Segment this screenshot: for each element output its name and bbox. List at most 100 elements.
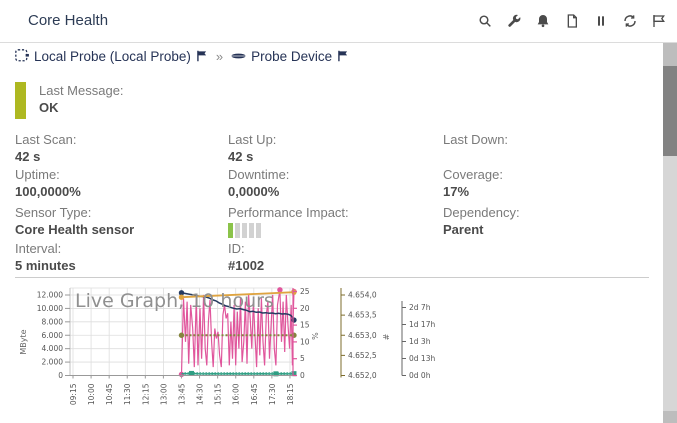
last-message-label: Last Message: [39, 82, 124, 99]
priority-flag-icon [195, 49, 209, 63]
live-graph[interactable]: 09:15 10:00 10:45 11:30 12:15 13:00 13:45 14:30… [0, 280, 660, 423]
priority-flag-icon [336, 49, 350, 63]
svg-text:0: 0 [58, 371, 63, 380]
stat-label: Performance Impact: [228, 204, 428, 221]
stat-downtime: Downtime: 0,0000% [228, 166, 428, 200]
stat-label: Interval: [15, 240, 215, 257]
svg-text:13:00: 13:00 [159, 383, 168, 405]
section-divider [15, 277, 649, 278]
impact-segment [228, 223, 233, 238]
svg-text:2d 7h: 2d 7h [409, 303, 431, 312]
svg-text:%: % [311, 332, 320, 340]
svg-text:4.652,0: 4.652,0 [348, 371, 377, 380]
svg-text:4.653,5: 4.653,5 [348, 311, 377, 320]
impact-segment [235, 223, 240, 238]
svg-text:10: 10 [300, 337, 310, 346]
svg-text:4.653,0: 4.653,0 [348, 331, 377, 340]
svg-text:25: 25 [300, 287, 310, 296]
svg-text:11:30: 11:30 [123, 383, 132, 405]
impact-segment [249, 223, 254, 238]
flag-icon[interactable] [651, 13, 667, 29]
stat-value: 100,0000% [15, 183, 215, 200]
device-icon [230, 49, 247, 63]
stat-label: Dependency: [443, 204, 643, 221]
scrollbar-thumb[interactable] [663, 66, 677, 156]
svg-text:10:00: 10:00 [87, 383, 96, 405]
svg-text:4.000: 4.000 [42, 344, 64, 353]
scrollbar-segment-top [663, 43, 677, 66]
svg-text:10.000: 10.000 [37, 304, 63, 313]
stat-sensor-type: Sensor Type: Core Health sensor [15, 204, 215, 238]
svg-text:13:45: 13:45 [177, 383, 186, 405]
header-toolbar [477, 13, 667, 29]
svg-text:10:45: 10:45 [105, 383, 114, 405]
svg-text:16:45: 16:45 [250, 383, 259, 405]
breadcrumb-separator: » [216, 49, 223, 64]
stat-performance-impact: Performance Impact: [228, 204, 428, 238]
last-message-value: OK [39, 99, 124, 116]
svg-text:1d 17h: 1d 17h [409, 320, 435, 329]
breadcrumb-item-device[interactable]: Probe Device [230, 49, 350, 64]
scrollbar-track[interactable] [663, 43, 677, 423]
stat-value: 42 s [228, 148, 428, 165]
document-icon[interactable] [564, 13, 580, 29]
performance-impact-meter [228, 223, 428, 238]
svg-text:5: 5 [300, 354, 305, 363]
svg-text:16:00: 16:00 [232, 383, 241, 405]
svg-text:12.000: 12.000 [37, 291, 63, 300]
svg-text:12:15: 12:15 [141, 383, 150, 405]
svg-text:0: 0 [300, 371, 305, 380]
stat-uptime: Uptime: 100,0000% [15, 166, 215, 200]
svg-text:4.654,0: 4.654,0 [348, 291, 377, 300]
stat-label: Downtime: [228, 166, 428, 183]
svg-text:Live Graph, 10 hours: Live Graph, 10 hours [75, 290, 274, 312]
page-header: Core Health [0, 0, 677, 43]
stat-label: ID: [228, 240, 428, 257]
breadcrumb-item-probe[interactable]: Local Probe (Local Probe) [14, 48, 209, 64]
stat-id: ID: #1002 [228, 240, 428, 274]
breadcrumb: Local Probe (Local Probe) » Probe Device [14, 48, 350, 64]
pause-icon[interactable] [593, 13, 609, 29]
core-health-page: Core Health [0, 0, 677, 423]
svg-text:#: # [382, 333, 391, 340]
impact-segment [256, 223, 261, 238]
search-icon[interactable] [477, 13, 493, 29]
stat-last-up: Last Up: 42 s [228, 131, 428, 165]
refresh-icon[interactable] [622, 13, 638, 29]
stat-value: 5 minutes [15, 257, 215, 274]
svg-text:09:15: 09:15 [69, 383, 78, 405]
svg-text:20: 20 [300, 304, 310, 313]
stat-value: Parent [443, 221, 643, 238]
svg-text:15: 15 [300, 321, 310, 330]
stat-value: 0,0000% [228, 183, 428, 200]
last-message-block: Last Message: OK [15, 82, 124, 119]
svg-text:4.652,5: 4.652,5 [348, 351, 377, 360]
status-color-bar [15, 82, 26, 119]
stat-value: 42 s [15, 148, 215, 165]
stat-label: Last Scan: [15, 131, 215, 148]
svg-text:18:15: 18:15 [286, 383, 295, 405]
svg-text:MByte: MByte [19, 329, 28, 354]
svg-text:14:30: 14:30 [196, 383, 205, 405]
stat-label: Coverage: [443, 166, 643, 183]
stat-label: Uptime: [15, 166, 215, 183]
breadcrumb-label: Local Probe (Local Probe) [34, 49, 191, 64]
stat-label: Last Down: [443, 131, 643, 148]
bell-icon[interactable] [535, 13, 551, 29]
stat-value: Core Health sensor [15, 221, 215, 238]
stat-label: Sensor Type: [15, 204, 215, 221]
stat-value: 17% [443, 183, 643, 200]
svg-text:1d 3h: 1d 3h [409, 337, 431, 346]
stat-interval: Interval: 5 minutes [15, 240, 215, 274]
svg-text:0d 13h: 0d 13h [409, 354, 435, 363]
svg-text:17:30: 17:30 [268, 383, 277, 405]
probe-icon [14, 48, 30, 64]
stat-last-down: Last Down: [443, 131, 643, 148]
wrench-icon[interactable] [506, 13, 522, 29]
svg-text:8.000: 8.000 [42, 317, 64, 326]
svg-text:0d 0h: 0d 0h [409, 371, 431, 380]
scrollbar-segment-bottom [663, 411, 677, 423]
stat-dependency: Dependency: Parent [443, 204, 643, 238]
page-title: Core Health [28, 12, 108, 29]
impact-segment [242, 223, 247, 238]
